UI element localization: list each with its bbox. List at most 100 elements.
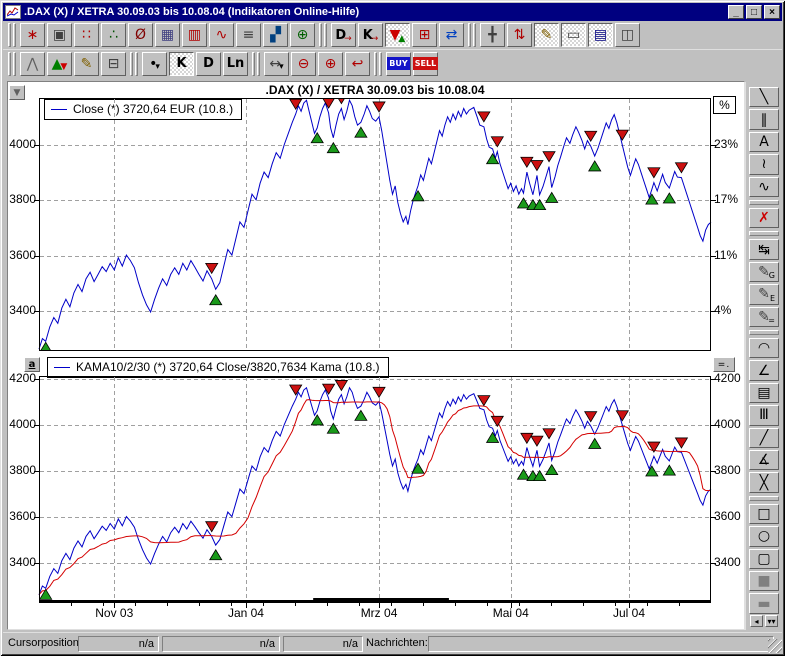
time-zones-tool[interactable]: Ⅲ (749, 405, 779, 425)
daily-period-button[interactable]: D→ (331, 23, 356, 47)
regression-tool[interactable]: ↹ (749, 239, 779, 259)
candlestick-button-icon: K (176, 57, 186, 70)
draw-mode-button[interactable]: ✎ (534, 23, 559, 47)
sell-marker (373, 387, 385, 397)
new-chart-button[interactable]: ∗ (20, 23, 45, 47)
y-axis-label-right: 23% (714, 137, 748, 151)
close-button[interactable]: × (764, 5, 780, 19)
price-pane-plot[interactable] (33, 98, 717, 351)
zoom-out-button[interactable]: ⊖ (291, 52, 316, 76)
portfolio-button[interactable]: ∴ (101, 23, 126, 47)
buy-marker (518, 198, 530, 208)
squiggle-tool-icon: ≀ (761, 157, 766, 171)
log-scale-button[interactable]: Ln (223, 52, 248, 76)
strike-button[interactable]: Ø (128, 23, 153, 47)
quote-table-button[interactable]: ▦ (155, 23, 180, 47)
toolbar-separator (252, 52, 260, 76)
sell-marker (585, 412, 597, 422)
resize-grip[interactable] (768, 639, 782, 653)
bar-chart-button[interactable]: D (196, 52, 221, 76)
wave-tool[interactable]: ∿ (749, 177, 779, 197)
diagonal-tool[interactable]: ╱ (749, 428, 779, 448)
ellipse-tool[interactable]: ○ (749, 526, 779, 546)
crosshair-button-icon: ╋ (488, 28, 496, 42)
gann-fan-tool[interactable]: ∡ (749, 450, 779, 470)
retracement-tool[interactable]: ▤ (749, 383, 779, 403)
text-tool-icon: A (759, 135, 769, 149)
zoom-reset-button[interactable]: ↩ (345, 52, 370, 76)
buy-button[interactable]: BUY (386, 52, 411, 76)
y-axis-label-left: 4000 (8, 417, 36, 431)
objects-list-button[interactable]: ▤ (588, 23, 613, 47)
cascade-button[interactable]: ▞ (263, 23, 288, 47)
y-axis-label-left: 3600 (8, 248, 36, 262)
compress-view-button[interactable]: ⋀ (20, 52, 45, 76)
report-button[interactable]: ≡ (236, 23, 261, 47)
rectangle-tool[interactable]: □ (749, 504, 779, 524)
signals-button[interactable]: ▼▲ (385, 23, 410, 47)
candlestick-button[interactable]: K (169, 52, 194, 76)
minimize-button[interactable]: _ (728, 5, 744, 19)
show-signals-button[interactable]: ▲▼ (47, 52, 72, 76)
sell-marker (521, 433, 533, 443)
rounded-rect-tool[interactable]: ▢ (749, 549, 779, 569)
panel-layout-button[interactable]: ◫ (615, 23, 640, 47)
y-axis-label-left: 4200 (8, 371, 36, 385)
histogram-button[interactable]: ▥ (182, 23, 207, 47)
sell-button-icon: SELL (413, 57, 438, 70)
line-chart-button[interactable]: ∿ (209, 23, 234, 47)
pane-properties-button[interactable]: =. (713, 357, 735, 372)
parallel-lines-tool-icon: ∥ (761, 113, 768, 127)
measure-scribble-tool[interactable]: ✎= (749, 307, 779, 327)
report-button-icon: ≡ (243, 28, 255, 42)
zoom-range-button[interactable]: ↔▾ (264, 52, 289, 76)
elliott-scribble-tool[interactable]: ✎E (749, 284, 779, 304)
buy-marker (663, 465, 675, 475)
pitchfork-tool[interactable]: ∠ (749, 360, 779, 380)
add-chart-button[interactable]: ⊕ (290, 23, 315, 47)
sell-marker (585, 131, 597, 141)
delete-tool[interactable]: ✗ (749, 208, 779, 228)
sell-button[interactable]: SELL (413, 52, 438, 76)
toolbar-scroll-controls: ◂▾▾ (750, 615, 778, 627)
collapse-pane-button[interactable]: ▼ (9, 85, 25, 100)
arcs-tool[interactable]: ◠ (749, 338, 779, 358)
buy-marker (589, 161, 601, 171)
text-tool[interactable]: A (749, 132, 779, 152)
scatter-button[interactable]: ∷ (74, 23, 99, 47)
weekly-period-button[interactable]: K→ (358, 23, 383, 47)
indicator-arrows-button[interactable]: ⇅ (507, 23, 532, 47)
pattern-fill-tool[interactable]: ╳ (749, 472, 779, 492)
annotation-button[interactable]: a (24, 357, 40, 372)
compare-button[interactable]: ⇄ (439, 23, 464, 47)
draw-mode-button-icon: ✎ (541, 28, 553, 42)
diagonal-tool-icon: ╱ (760, 431, 768, 445)
scatter-button-icon: ∷ (82, 28, 91, 42)
kama-pane-plot[interactable] (33, 376, 717, 610)
expand-tools-button[interactable]: ▾▾ (765, 615, 778, 627)
toolbar-separator (749, 231, 779, 236)
trendline-tool[interactable]: ╲ (749, 87, 779, 107)
signal-grid-button[interactable]: ⊞ (412, 23, 437, 47)
chart-properties-button[interactable]: ⊟ (101, 52, 126, 76)
line-style-button[interactable]: •▾ (142, 52, 167, 76)
maximize-button[interactable]: □ (746, 5, 762, 19)
zoom-reset-button-icon: ↩ (352, 57, 364, 71)
parallel-lines-tool[interactable]: ∥ (749, 109, 779, 129)
squiggle-tool[interactable]: ≀ (749, 154, 779, 174)
app-icon-glyph (7, 7, 19, 17)
y-axis-label-right: 11% (714, 248, 748, 262)
drawing-toolbar: ╲ ∥ A ≀ ∿ ✗ ↹ ✎G✎E ✎= ◠∠ ▤Ⅲ ╱ ∡╳ □○ ▢■▬ ◂▾▾ (745, 82, 782, 630)
auto-trendline-button[interactable]: ✎ (74, 52, 99, 76)
zoom-in-button[interactable]: ⊕ (318, 52, 343, 76)
copy-chart-button[interactable]: ▣ (47, 23, 72, 47)
collapse-left-button[interactable]: ◂ (750, 615, 763, 627)
x-axis-label: Mai 04 (479, 606, 543, 620)
filled-rounded-tool[interactable]: ▬ (749, 593, 779, 613)
filled-rect-tool[interactable]: ■ (749, 571, 779, 591)
sell-marker (675, 163, 687, 173)
notes-button[interactable]: ▭ (561, 23, 586, 47)
crosshair-button[interactable]: ╋ (480, 23, 505, 47)
fibonacci-scribble-tool[interactable]: ✎G (749, 262, 779, 282)
sell-marker (521, 157, 533, 167)
